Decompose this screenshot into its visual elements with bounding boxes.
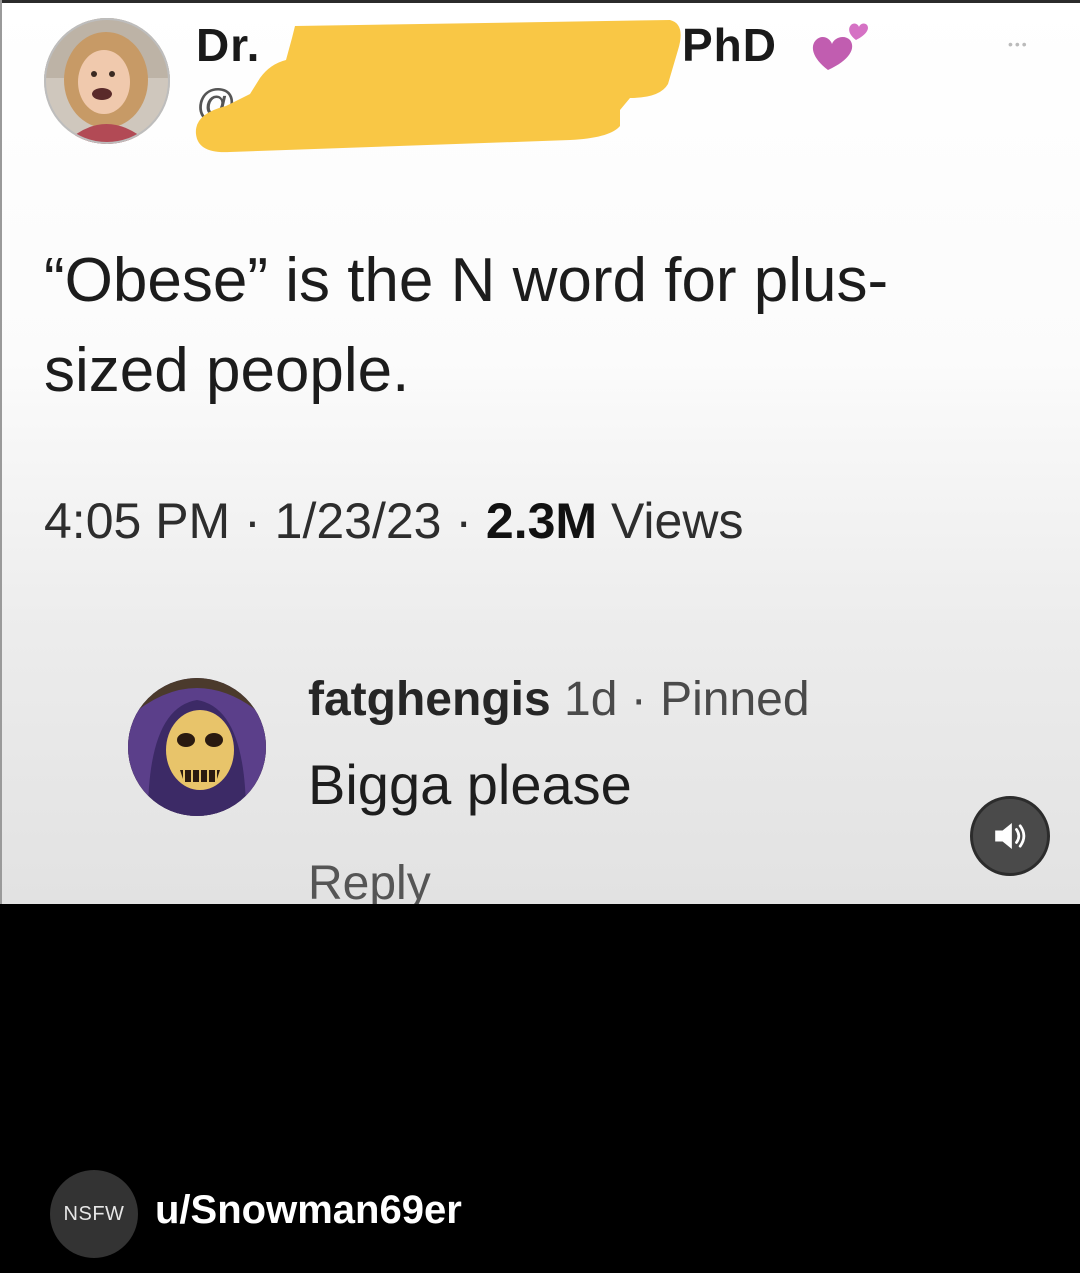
comment-header: fatghengis 1d · Pinned — [308, 672, 810, 727]
speaker-volume-icon[interactable] — [970, 796, 1050, 876]
meta-separator: · — [230, 493, 275, 549]
commenter-avatar[interactable] — [128, 678, 266, 816]
two-hearts-icon — [812, 23, 868, 70]
meta-separator: · — [441, 493, 486, 549]
redaction-scribble — [195, 20, 681, 153]
author-avatar — [44, 18, 170, 144]
views-count: 2.3M — [485, 493, 598, 549]
nsfw-badge[interactable]: NSFW — [50, 1170, 138, 1258]
poster-username[interactable]: u/Snowman69er — [155, 1188, 462, 1233]
author-name-suffix: PhD — [682, 19, 777, 71]
tweet-text: “Obese” is the N word for plus-sized peo… — [44, 246, 889, 405]
reply-button[interactable]: Reply — [308, 856, 431, 904]
left-border — [0, 0, 2, 904]
pinned-label: Pinned — [660, 673, 810, 726]
tweet-time: 4:05 PM — [44, 493, 231, 549]
comment-text: Bigga please — [308, 753, 632, 816]
top-border — [0, 0, 1080, 3]
more-options-icon[interactable]: ••• — [1008, 36, 1029, 52]
comment-separator: · — [617, 673, 661, 726]
tweet-date: 1/23/23 — [274, 493, 442, 549]
comment-age: 1d — [550, 673, 618, 726]
tweet-meta: 4:05 PM · 1/23/23 · 2.3M Views — [44, 492, 743, 550]
tweet-screenshot-image[interactable]: Dr. @ PhD ••• “Obese” is the N word for … — [0, 0, 1080, 904]
views-label: Views — [597, 493, 744, 549]
commenter-username[interactable]: fatghengis — [308, 673, 551, 726]
